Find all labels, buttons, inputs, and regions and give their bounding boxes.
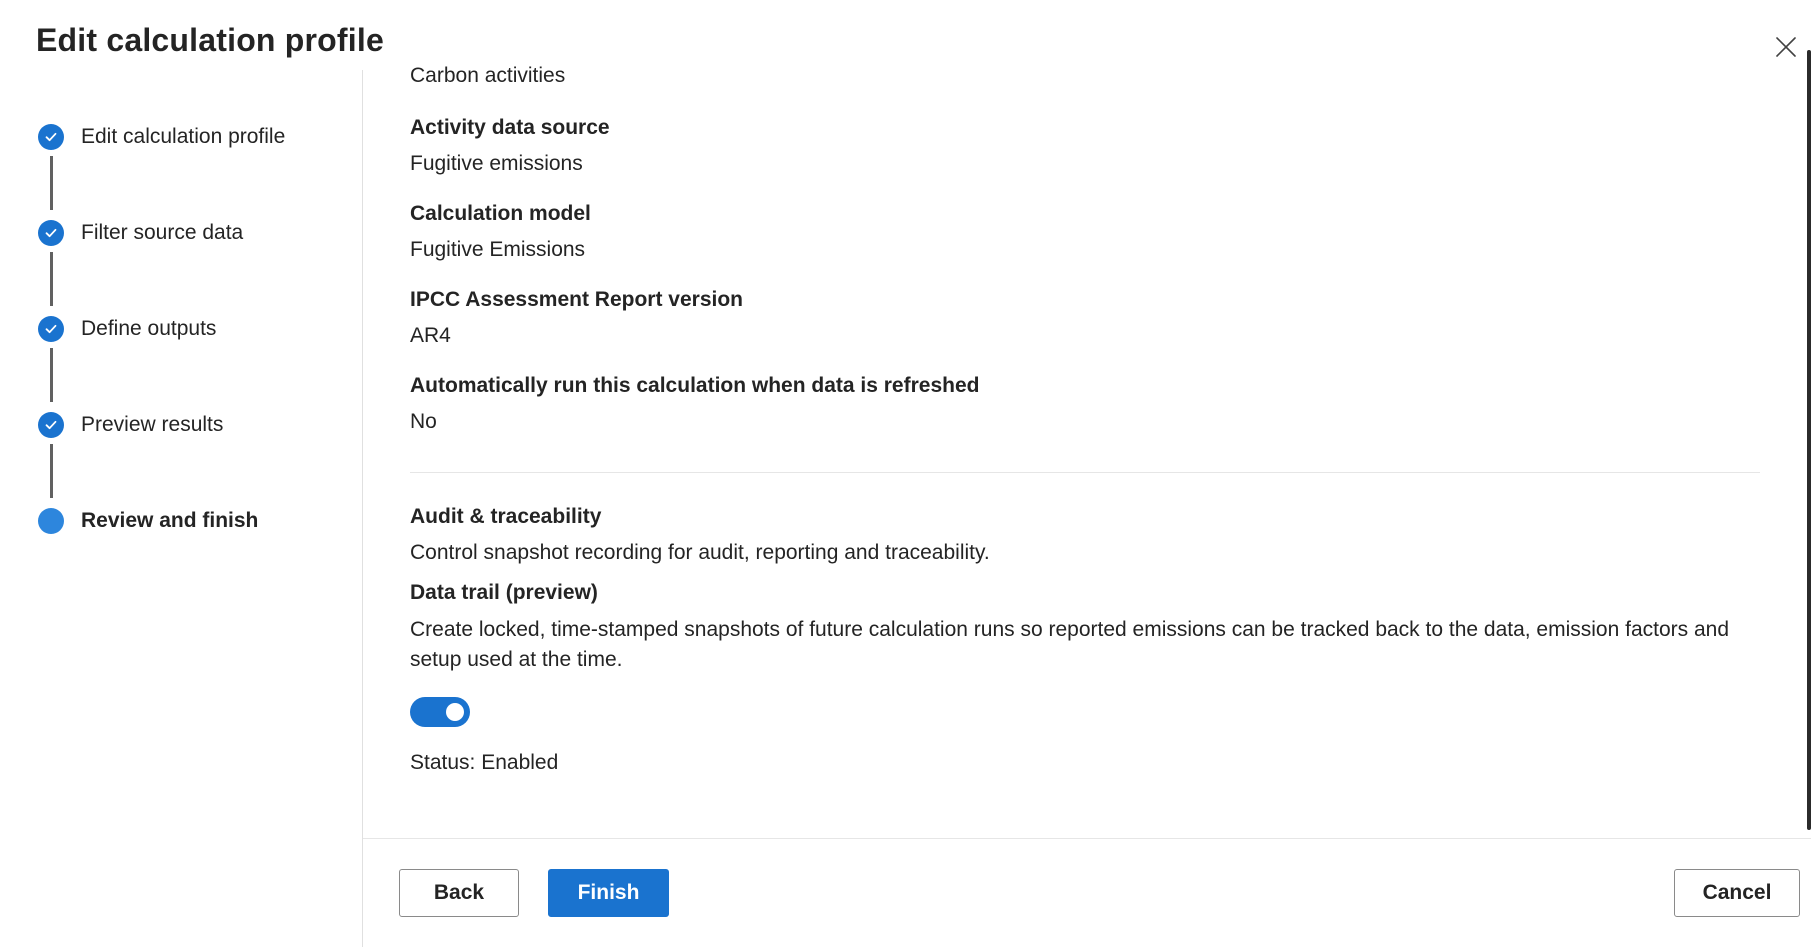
close-icon [1776,37,1796,57]
auto-run-field: Automatically run this calculation when … [410,372,1760,436]
field-value: AR4 [410,324,451,347]
audit-section-description: Control snapshot recording for audit, re… [410,541,990,564]
toggle-knob [446,703,464,721]
checkmark-icon [45,324,57,334]
step-label: Filter source data [81,221,244,244]
field-label: Automatically run this calculation when … [410,374,980,397]
data-trail-status: Status: Enabled [410,751,559,774]
footer-divider [363,838,1811,839]
scrollbar[interactable] [1807,50,1811,830]
close-button[interactable] [1769,30,1803,64]
section-divider [410,472,1760,473]
step-completed-icon [38,220,64,246]
field-label: Calculation model [410,202,591,225]
checkmark-icon [45,228,57,238]
data-trail-toggle[interactable] [410,697,470,727]
checkmark-icon [45,420,57,430]
cancel-button[interactable]: Cancel [1674,869,1800,917]
data-trail-title: Data trail (preview) [410,581,598,604]
step-review-and-finish[interactable]: Review and finish [38,506,338,546]
calculation-model-field: Calculation model Fugitive Emissions [410,200,1760,264]
step-label: Edit calculation profile [81,125,286,148]
step-preview-results[interactable]: Preview results [38,410,338,506]
stepper-divider [362,70,363,947]
step-filter-source-data[interactable]: Filter source data [38,218,338,314]
review-content: Carbon activities Activity data source F… [410,62,1760,777]
step-edit-calculation-profile[interactable]: Edit calculation profile [38,122,338,218]
field-value: Fugitive emissions [410,152,583,175]
step-label: Preview results [81,413,224,436]
ipcc-version-field: IPCC Assessment Report version AR4 [410,286,1760,350]
field-label: Activity data source [410,116,610,139]
step-completed-icon [38,124,64,150]
audit-section-title: Audit & traceability [410,505,602,528]
step-current-icon [38,508,64,534]
step-completed-icon [38,316,64,342]
step-completed-icon [38,412,64,438]
step-connector [50,252,53,306]
checkmark-icon [45,132,57,142]
step-connector [50,156,53,210]
step-connector [50,444,53,498]
finish-button[interactable]: Finish [548,869,669,917]
step-define-outputs[interactable]: Define outputs [38,314,338,410]
panel-title: Edit calculation profile [36,22,384,58]
field-value: No [410,410,437,433]
activity-data-source-field: Activity data source Fugitive emissions [410,114,1760,178]
edit-calculation-profile-panel: Edit calculation profile Edit calculatio… [0,0,1811,947]
data-trail-description: Create locked, time-stamped snapshots of… [410,618,1730,671]
field-value: Fugitive Emissions [410,238,586,261]
step-connector [50,348,53,402]
step-label: Define outputs [81,317,217,340]
back-button[interactable]: Back [399,869,519,917]
module-value: Carbon activities [410,64,566,87]
wizard-stepper: Edit calculation profile Filter source d… [38,122,338,546]
step-label: Review and finish [81,509,259,532]
field-label: IPCC Assessment Report version [410,288,743,311]
